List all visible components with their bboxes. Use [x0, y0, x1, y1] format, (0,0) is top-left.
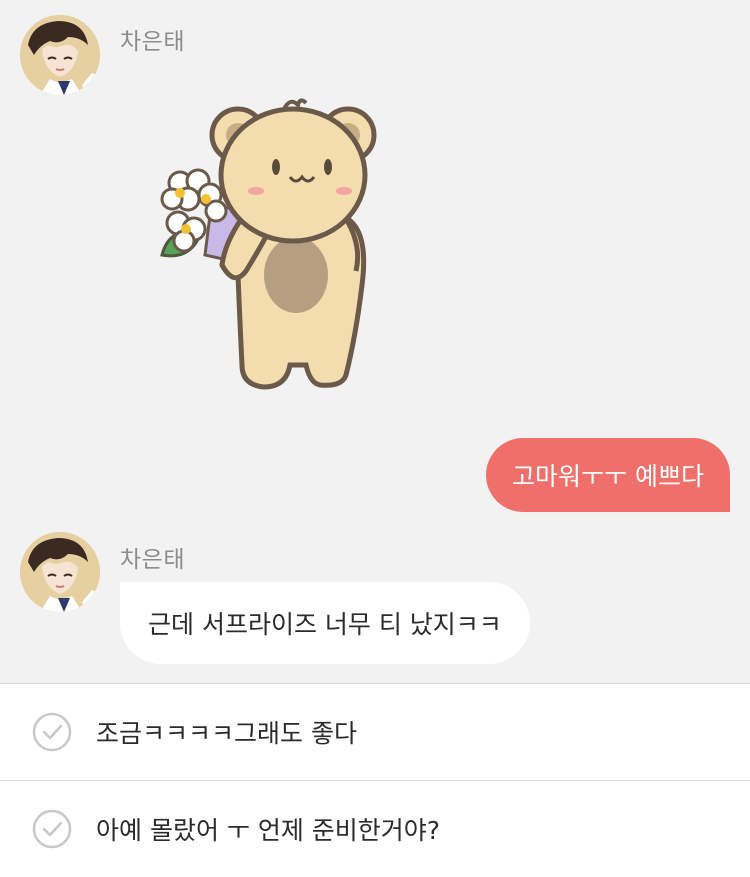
sender-name: 차은태	[120, 29, 185, 55]
incoming-message-bubble: 근데 서프라이즈 너무 티 났지ㅋㅋ	[120, 582, 530, 664]
reply-choices: 조금ㅋㅋㅋㅋ그래도 좋다 아예 몰랐어 ㅜ 언제 준비한거야?	[0, 683, 750, 877]
reply-choice-label: 아예 몰랐어 ㅜ 언제 준비한거야?	[96, 816, 441, 845]
check-circle-icon	[32, 809, 72, 849]
reply-choice-2[interactable]: 아예 몰랐어 ㅜ 언제 준비한거야?	[0, 781, 750, 877]
avatar[interactable]	[20, 532, 100, 612]
reply-choice-label: 조금ㅋㅋㅋㅋ그래도 좋다	[96, 719, 357, 748]
avatar-portrait-icon	[20, 532, 100, 612]
bear-with-flowers-icon	[150, 95, 380, 395]
chat-area: 차은태 고마워ㅜㅜ 예쁘다 차은태 근데 서프라이즈 너무 티 났지ㅋㅋ	[0, 0, 750, 683]
reply-choice-1[interactable]: 조금ㅋㅋㅋㅋ그래도 좋다	[0, 684, 750, 780]
outgoing-message-bubble: 고마워ㅜㅜ 예쁘다	[486, 438, 730, 512]
avatar-portrait-icon	[20, 15, 100, 95]
check-circle-icon	[32, 712, 72, 752]
avatar[interactable]	[20, 15, 100, 95]
sender-name: 차은태	[120, 547, 185, 573]
